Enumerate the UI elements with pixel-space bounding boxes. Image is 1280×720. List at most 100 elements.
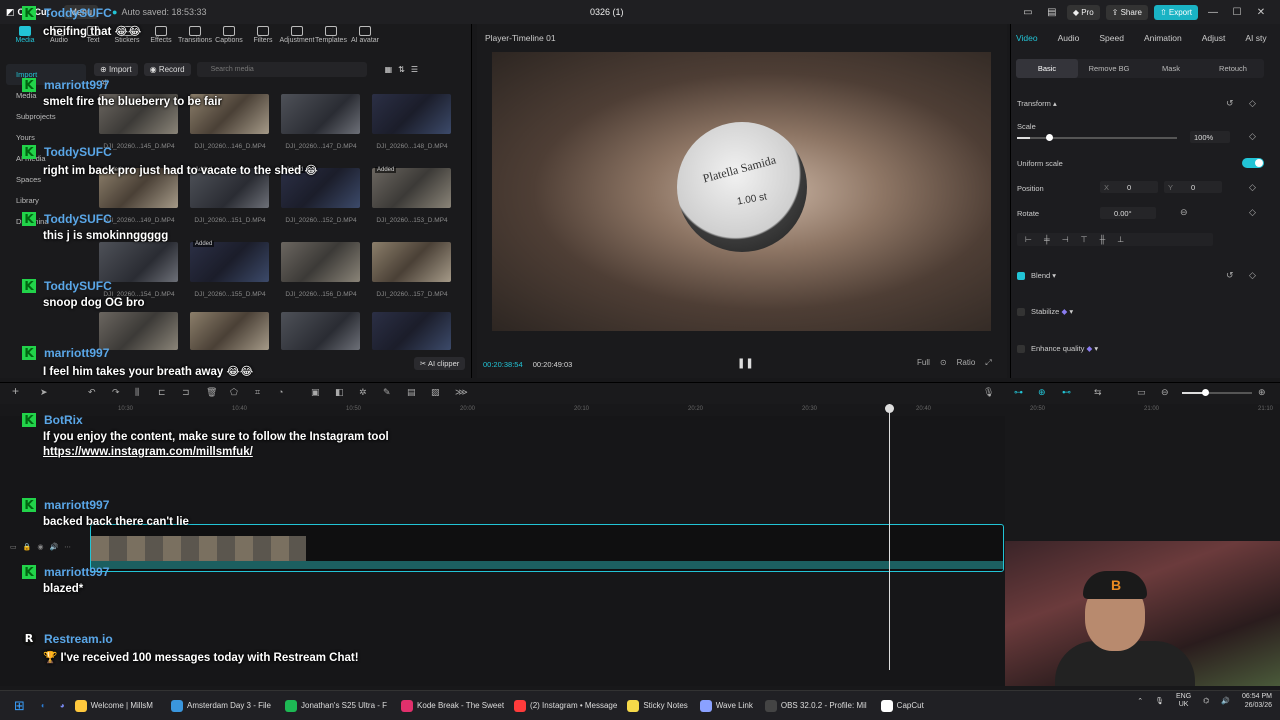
track-more-icon[interactable]: ⋯ bbox=[64, 543, 71, 551]
crop-icon[interactable]: ⌗ bbox=[255, 387, 260, 398]
taskbar-app[interactable]: Sticky Notes bbox=[627, 699, 688, 712]
subtab-basic[interactable]: Basic bbox=[1016, 59, 1078, 78]
media-item[interactable]: DJI_20260...146_D.MP4 bbox=[185, 94, 275, 150]
tab-media[interactable]: Media bbox=[8, 26, 42, 44]
filter-icon[interactable]: ☰ bbox=[411, 65, 418, 74]
close-icon[interactable]: ✕ bbox=[1252, 7, 1270, 18]
audio-icon[interactable]: 🔊 bbox=[49, 543, 58, 551]
pro-button[interactable]: ◆ Pro bbox=[1066, 4, 1100, 20]
tab-templates[interactable]: Templates bbox=[314, 26, 348, 44]
zoom-knob[interactable] bbox=[1202, 389, 1209, 396]
clock[interactable]: 06:54 PM 26/03/26 bbox=[1242, 692, 1272, 710]
tab-filters[interactable]: Filters bbox=[246, 26, 280, 44]
inspector-tab-speed[interactable]: Speed bbox=[1099, 33, 1124, 43]
inspector-tab-ai-sty[interactable]: AI sty bbox=[1245, 33, 1266, 43]
media-item[interactable]: DJI_20260...157_D.MP4 bbox=[367, 242, 457, 298]
taskbar-app[interactable]: (2) Instagram • Message bbox=[514, 699, 617, 712]
playhead[interactable] bbox=[885, 404, 894, 670]
media-thumbnail[interactable] bbox=[281, 312, 360, 350]
import-button[interactable]: ⊕ Import bbox=[94, 62, 138, 76]
align-bottom-icon[interactable]: ⊥ bbox=[1117, 235, 1124, 244]
network-icon[interactable]: ⌬ bbox=[1203, 697, 1209, 705]
lock-icon[interactable]: 🔒 bbox=[23, 543, 32, 551]
link-icon[interactable]: ⊶ bbox=[1014, 387, 1023, 398]
rotate-keyframe-icon[interactable]: ◇ bbox=[1249, 207, 1256, 218]
eye-icon[interactable]: ◉ bbox=[37, 543, 43, 551]
sidenav-item-spaces[interactable]: Spaces bbox=[6, 169, 86, 190]
grid-view-icon[interactable]: ▦ bbox=[385, 65, 393, 74]
media-item[interactable]: DJI_20260...147_D.MP4 bbox=[276, 94, 366, 150]
full-button[interactable]: Full bbox=[917, 358, 930, 368]
all-filter[interactable]: All bbox=[100, 80, 108, 87]
sidenav-item-dreamina[interactable]: Dreamina bbox=[6, 211, 86, 232]
reset-icon[interactable]: ↺ bbox=[1226, 98, 1234, 109]
zoom-slider[interactable] bbox=[1182, 392, 1252, 394]
scale-keyframe-icon[interactable]: ◇ bbox=[1249, 131, 1256, 142]
uniform-scale-toggle[interactable] bbox=[1242, 158, 1264, 168]
share-button[interactable]: ⇪ Share bbox=[1105, 4, 1148, 20]
sidenav-item-media[interactable]: Media bbox=[6, 85, 86, 106]
keyframe-icon[interactable]: ◇ bbox=[1249, 98, 1256, 109]
taskbar-app[interactable]: Wave Link bbox=[699, 699, 753, 712]
inspector-tab-adjust[interactable]: Adjust bbox=[1202, 33, 1226, 43]
media-item[interactable]: DJI_20260...148_D.MP4 bbox=[367, 94, 457, 150]
stabilize-checkbox[interactable] bbox=[1017, 308, 1025, 316]
monitor-icon[interactable]: ▭ bbox=[1019, 7, 1037, 18]
scale-value-field[interactable]: 100% bbox=[1190, 131, 1230, 143]
media-thumbnail[interactable] bbox=[190, 312, 269, 350]
video-preview[interactable]: Platella Samida 1.00 st bbox=[492, 52, 991, 331]
select-tool-icon[interactable]: ➤ bbox=[40, 387, 48, 398]
inspector-tab-animation[interactable]: Animation bbox=[1144, 33, 1182, 43]
transform-heading[interactable]: Transform ▴ bbox=[1017, 99, 1057, 108]
mic-icon[interactable]: 🎙 bbox=[983, 387, 994, 398]
maximize-icon[interactable]: ☐ bbox=[1228, 7, 1246, 18]
delete-icon[interactable]: 🗑 bbox=[206, 387, 217, 398]
tab-effects[interactable]: Effects bbox=[144, 26, 178, 44]
taskbar-app[interactable]: OBS 32.0.2 - Profile: Mil bbox=[764, 699, 867, 712]
inspector-tab-video[interactable]: Video bbox=[1016, 33, 1038, 43]
align-top-icon[interactable]: ⊤ bbox=[1081, 235, 1088, 244]
blend-reset-icon[interactable]: ↺ bbox=[1226, 270, 1234, 281]
tab-transitions[interactable]: Transitions bbox=[178, 26, 212, 44]
camera-icon[interactable]: ⊙ bbox=[940, 358, 947, 368]
tab-captions[interactable]: Captions bbox=[212, 26, 246, 44]
taskbar-app[interactable]: CapCut bbox=[880, 699, 924, 712]
track-cover-icon[interactable]: ▭ bbox=[10, 543, 17, 551]
inspector-tab-audio[interactable]: Audio bbox=[1058, 33, 1080, 43]
undo-icon[interactable]: ↶ bbox=[88, 387, 96, 398]
stabilize-heading[interactable]: Stabilize ◆ ▾ bbox=[1031, 307, 1073, 316]
tab-adjustment[interactable]: Adjustment bbox=[279, 26, 315, 44]
tab-stickers[interactable]: Stickers bbox=[110, 26, 144, 44]
taskbar-app[interactable]: Amsterdam Day 3 - File bbox=[170, 699, 271, 712]
media-thumbnail[interactable] bbox=[372, 312, 451, 350]
blend-heading[interactable]: Blend ▾ bbox=[1031, 271, 1056, 280]
marker-icon[interactable]: ⬠ bbox=[230, 387, 238, 398]
ai-clipper-button[interactable]: ✂ AI clipper bbox=[414, 357, 466, 370]
blend-checkbox[interactable] bbox=[1017, 272, 1025, 280]
sort-icon[interactable]: ⇅ bbox=[398, 65, 405, 74]
media-thumbnail[interactable] bbox=[99, 312, 178, 350]
media-item[interactable]: Added DJI_20260...149_D.MP4 bbox=[94, 167, 184, 224]
mirror-icon[interactable]: ◧ bbox=[335, 387, 344, 398]
main-video-track[interactable] bbox=[90, 524, 1004, 572]
subtab-mask[interactable]: Mask bbox=[1140, 59, 1202, 78]
taskbar-app[interactable]: Welcome | MillsM bbox=[74, 699, 153, 712]
media-item[interactable]: Added DJI_20260...152_D.MP4 bbox=[276, 167, 366, 224]
caption-track-icon[interactable]: ▭ bbox=[1137, 387, 1146, 398]
rotate-field[interactable]: 0.00° bbox=[1100, 207, 1156, 219]
sidenav-item-library[interactable]: Library bbox=[6, 190, 86, 211]
linkage-icon[interactable]: ⊷ bbox=[1062, 387, 1071, 398]
rotate-dial-icon[interactable]: ⊖ bbox=[1180, 207, 1188, 218]
scale-slider[interactable] bbox=[1017, 137, 1177, 139]
align-center-h-icon[interactable]: ╪ bbox=[1044, 235, 1050, 244]
layout-icon[interactable]: ▤ bbox=[1043, 7, 1061, 18]
zoom-out-icon[interactable]: ⊖ bbox=[1161, 387, 1169, 398]
zoom-in-icon[interactable]: ⊕ bbox=[1258, 387, 1266, 398]
sidenav-item-yours[interactable]: Yours bbox=[6, 127, 86, 148]
subtab-retouch[interactable]: Retouch bbox=[1202, 59, 1264, 78]
ratio-button[interactable]: Ratio bbox=[957, 358, 976, 368]
position-x-field[interactable]: X0 bbox=[1100, 181, 1158, 193]
position-y-field[interactable]: Y0 bbox=[1164, 181, 1222, 193]
windows-start-icon[interactable]: ⊞ bbox=[14, 698, 25, 714]
scale-slider-knob[interactable] bbox=[1046, 134, 1053, 141]
